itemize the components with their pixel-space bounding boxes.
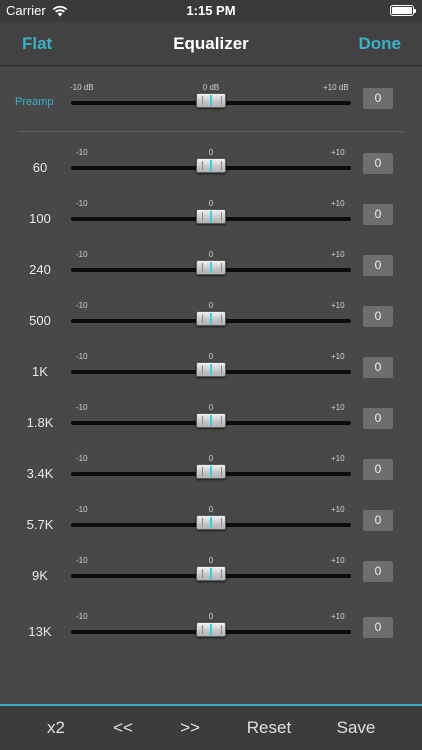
preamp-mid-label: 0 dB (202, 83, 220, 92)
band-frequency-label: 13K (28, 624, 52, 639)
band-gain-value[interactable]: 0 (363, 255, 393, 276)
battery-icon (390, 5, 416, 16)
slider-center-mark (210, 160, 212, 171)
band-slider-handle[interactable] (196, 515, 226, 530)
band-row: 60 -10 0 +10 0 (0, 148, 422, 188)
band-row: 500 -10 0 +10 0 (0, 301, 422, 341)
band-max-label: +10 (331, 556, 345, 565)
band-slider-handle[interactable] (196, 311, 226, 326)
band-slider-handle[interactable] (196, 260, 226, 275)
band-slider-handle[interactable] (196, 566, 226, 581)
slider-center-mark (210, 517, 212, 528)
band-max-label: +10 (331, 250, 345, 259)
band-gain-value[interactable]: 0 (363, 357, 393, 378)
band-gain-value[interactable]: 0 (363, 561, 393, 582)
band-slider-handle[interactable] (196, 158, 226, 173)
status-time: 1:15 PM (186, 3, 236, 18)
band-gain-value[interactable]: 0 (363, 408, 393, 429)
slider-center-mark (210, 211, 212, 222)
band-frequency-label: 1.8K (26, 415, 54, 430)
band-gain-value[interactable]: 0 (363, 617, 393, 638)
slider-center-mark (210, 313, 212, 324)
band-max-label: +10 (331, 454, 345, 463)
preamp-value[interactable]: 0 (363, 88, 393, 109)
band-gain-value[interactable]: 0 (363, 459, 393, 480)
band-row: 100 -10 0 +10 0 (0, 199, 422, 239)
band-slider-handle[interactable] (196, 413, 226, 428)
band-row: 5.7K -10 0 +10 0 (0, 505, 422, 545)
band-max-label: +10 (331, 403, 345, 412)
band-gain-value[interactable]: 0 (363, 510, 393, 531)
band-row: 1K -10 0 +10 0 (0, 352, 422, 392)
band-slider-handle[interactable] (196, 209, 226, 224)
band-frequency-label: 240 (29, 262, 51, 277)
band-row: 1.8K -10 0 +10 0 (0, 403, 422, 443)
band-frequency-label: 3.4K (26, 466, 54, 481)
band-mid-label: 0 (208, 454, 214, 463)
band-gain-value[interactable]: 0 (363, 306, 393, 327)
status-bar: Carrier 1:15 PM (0, 0, 422, 22)
band-frequency-label: 100 (29, 211, 51, 226)
divider (18, 131, 404, 132)
slider-center-mark (210, 466, 212, 477)
band-mid-label: 0 (208, 612, 214, 621)
double-button[interactable]: x2 (21, 718, 91, 738)
preamp-max-label: +10 dB (323, 83, 349, 92)
band-frequency-label: 1K (32, 364, 48, 379)
band-slider-handle[interactable] (196, 362, 226, 377)
bottom-toolbar: x2 << >> Reset Save (0, 704, 422, 750)
done-button[interactable]: Done (359, 34, 402, 54)
slider-center-mark (210, 262, 212, 273)
band-max-label: +10 (331, 199, 345, 208)
band-gain-value[interactable]: 0 (363, 153, 393, 174)
band-max-label: +10 (331, 352, 345, 361)
band-mid-label: 0 (208, 199, 214, 208)
next-preset-button[interactable]: >> (155, 718, 225, 738)
flat-button[interactable]: Flat (22, 34, 52, 54)
preamp-slider-handle[interactable] (196, 93, 226, 108)
band-mid-label: 0 (208, 352, 214, 361)
band-slider-handle[interactable] (196, 622, 226, 637)
band-slider-handle[interactable] (196, 464, 226, 479)
band-mid-label: 0 (208, 301, 214, 310)
slider-center-mark (210, 624, 212, 635)
band-row: 13K -10 0 +10 0 (0, 612, 422, 652)
band-mid-label: 0 (208, 250, 214, 259)
band-max-label: +10 (331, 301, 345, 310)
preamp-row: Preamp -10 dB 0 dB +10 dB 0 (0, 83, 422, 123)
previous-preset-button[interactable]: << (88, 718, 158, 738)
equalizer-panel: Preamp -10 dB 0 dB +10 dB 0 60 -10 0 +10 0 10… (0, 67, 422, 704)
slider-center-mark (210, 568, 212, 579)
band-mid-label: 0 (208, 403, 214, 412)
band-mid-label: 0 (208, 556, 214, 565)
band-row: 3.4K -10 0 +10 0 (0, 454, 422, 494)
slider-center-mark (210, 364, 212, 375)
band-frequency-label: 9K (32, 568, 48, 583)
band-mid-label: 0 (208, 148, 214, 157)
band-frequency-label: 500 (29, 313, 51, 328)
navigation-bar: Flat Equalizer Done (0, 22, 422, 66)
slider-center-mark (210, 95, 212, 106)
save-button[interactable]: Save (321, 718, 391, 738)
band-frequency-label: 5.7K (26, 517, 54, 532)
band-max-label: +10 (331, 505, 345, 514)
preamp-label: Preamp (15, 96, 54, 108)
slider-center-mark (210, 415, 212, 426)
band-mid-label: 0 (208, 505, 214, 514)
band-row: 240 -10 0 +10 0 (0, 250, 422, 290)
band-frequency-label: 60 (32, 160, 48, 175)
band-max-label: +10 (331, 612, 345, 621)
band-max-label: +10 (331, 148, 345, 157)
band-gain-value[interactable]: 0 (363, 204, 393, 225)
reset-button[interactable]: Reset (234, 718, 304, 738)
band-row: 9K -10 0 +10 0 (0, 556, 422, 596)
